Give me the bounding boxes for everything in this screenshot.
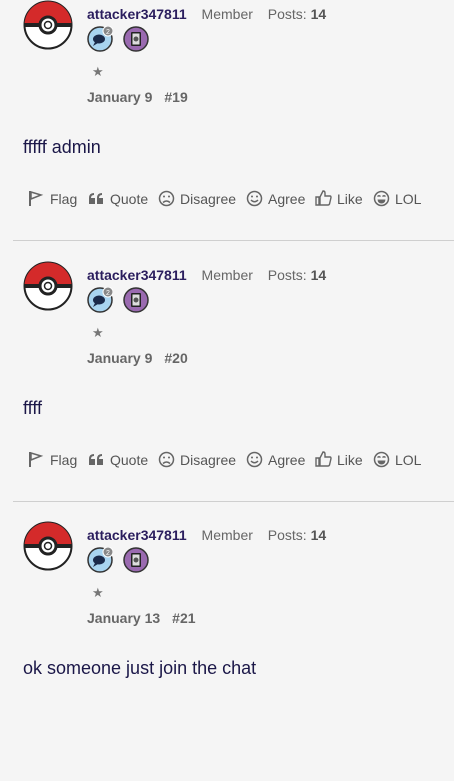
svg-text:2: 2 xyxy=(106,550,110,557)
frown-icon xyxy=(158,190,175,207)
quote-button[interactable]: Quote xyxy=(88,190,148,207)
contact-book-badge-icon[interactable] xyxy=(123,547,149,573)
post-permalink[interactable]: #19 xyxy=(164,89,187,105)
lol-button[interactable]: LOL xyxy=(373,190,421,207)
laugh-icon xyxy=(373,190,390,207)
username-link[interactable]: attacker347811 xyxy=(87,6,187,22)
post-body: ok someone just join the chat xyxy=(23,658,257,678)
post-date[interactable]: January 13 xyxy=(87,610,160,626)
rank-star-icon: ★ xyxy=(92,585,104,600)
post-date[interactable]: January 9 xyxy=(87,350,152,366)
user-post-count: Posts: 14 xyxy=(267,6,327,22)
thumbs-up-icon xyxy=(315,451,332,467)
post-21: attacker347811 Member Posts: 14 2 ★ Janu… xyxy=(0,521,454,781)
like-button[interactable]: Like xyxy=(315,451,363,468)
post-body: ffff xyxy=(23,398,43,418)
agree-button[interactable]: Agree xyxy=(246,190,305,207)
contact-book-badge-icon[interactable] xyxy=(123,26,149,52)
pokeball-avatar[interactable] xyxy=(23,521,73,571)
smile-icon xyxy=(246,451,263,468)
user-role: Member xyxy=(201,527,253,543)
post-dateline: January 9 #19 xyxy=(87,89,188,105)
pokeball-avatar[interactable] xyxy=(23,261,73,311)
chat-badge-icon[interactable]: 2 xyxy=(87,287,113,313)
user-role: Member xyxy=(201,6,253,22)
post-divider xyxy=(13,240,454,241)
quote-icon xyxy=(89,193,103,204)
post-meta: attacker347811 Member Posts: 14 xyxy=(87,267,326,285)
disagree-button[interactable]: Disagree xyxy=(158,451,236,468)
flag-icon xyxy=(29,451,44,467)
pokeball-avatar[interactable] xyxy=(23,0,73,50)
svg-text:2: 2 xyxy=(106,29,110,36)
laugh-icon xyxy=(373,451,390,468)
username-link[interactable]: attacker347811 xyxy=(87,267,187,283)
smile-icon xyxy=(246,190,263,207)
flag-button[interactable]: Flag xyxy=(28,190,77,207)
rank-star-icon: ★ xyxy=(92,325,104,340)
rank-star-icon: ★ xyxy=(92,64,104,79)
post-20: attacker347811 Member Posts: 14 2 ★ Janu… xyxy=(0,261,454,521)
agree-button[interactable]: Agree xyxy=(246,451,305,468)
post-divider xyxy=(13,501,454,502)
like-button[interactable]: Like xyxy=(315,190,363,207)
user-post-count: Posts: 14 xyxy=(267,267,327,283)
frown-icon xyxy=(158,451,175,468)
quote-icon xyxy=(89,454,103,465)
flag-icon xyxy=(29,190,44,206)
post-body: fffff admin xyxy=(23,137,101,157)
contact-book-badge-icon[interactable] xyxy=(123,287,149,313)
chat-badge-icon[interactable]: 2 xyxy=(87,26,113,52)
svg-text:2: 2 xyxy=(106,290,110,297)
disagree-button[interactable]: Disagree xyxy=(158,190,236,207)
post-permalink[interactable]: #21 xyxy=(172,610,195,626)
username-link[interactable]: attacker347811 xyxy=(87,527,187,543)
post-meta: attacker347811 Member Posts: 14 xyxy=(87,527,326,545)
post-dateline: January 13 #21 xyxy=(87,610,196,626)
thumbs-up-icon xyxy=(315,190,332,206)
user-role: Member xyxy=(201,267,253,283)
user-post-count: Posts: 14 xyxy=(267,527,327,543)
post-19: attacker347811 Member Posts: 14 2 ★ Janu… xyxy=(0,0,454,260)
lol-button[interactable]: LOL xyxy=(373,451,421,468)
flag-button[interactable]: Flag xyxy=(28,451,77,468)
post-permalink[interactable]: #20 xyxy=(164,350,187,366)
chat-badge-icon[interactable]: 2 xyxy=(87,547,113,573)
post-meta: attacker347811 Member Posts: 14 xyxy=(87,6,326,24)
quote-button[interactable]: Quote xyxy=(88,451,148,468)
post-dateline: January 9 #20 xyxy=(87,350,188,366)
post-date[interactable]: January 9 xyxy=(87,89,152,105)
